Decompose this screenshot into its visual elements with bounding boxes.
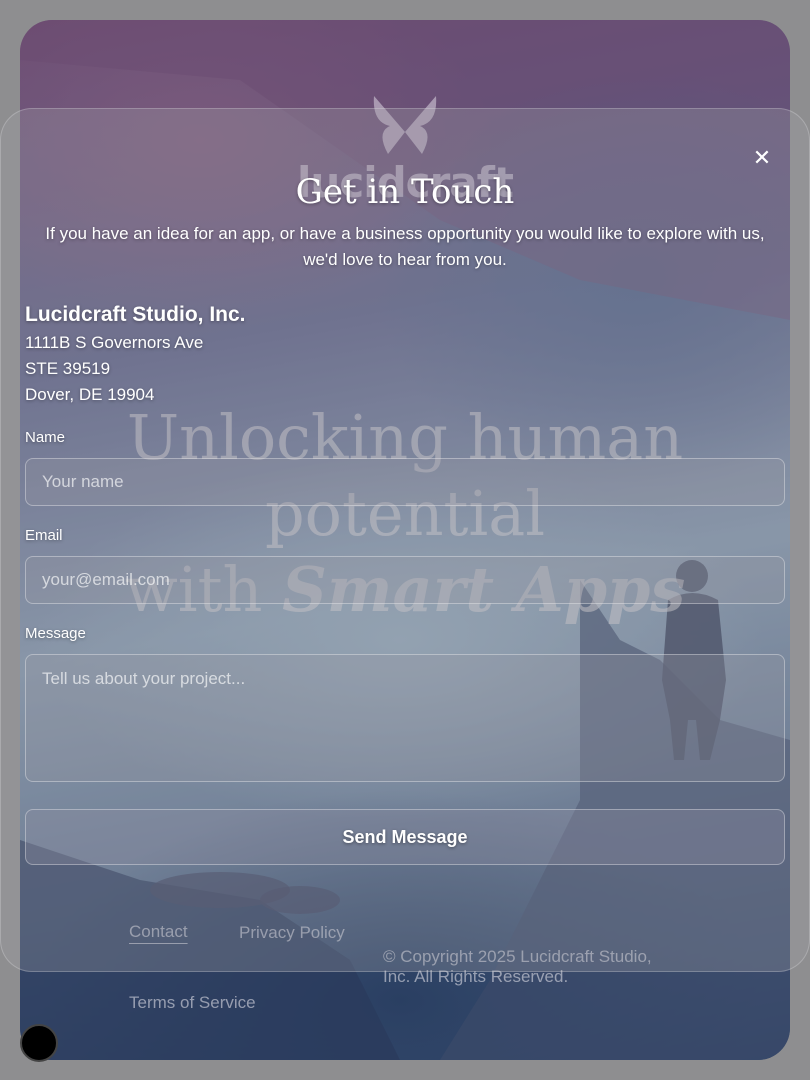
message-label: Message: [25, 625, 86, 642]
email-label: Email: [25, 527, 63, 544]
address-line-1: 1111B S Governors Ave: [25, 333, 204, 352]
address-line-2: STE 39519: [25, 359, 111, 378]
modal-intro: If you have an idea for an app, or have …: [45, 224, 765, 269]
close-icon[interactable]: ✕: [750, 146, 774, 170]
address-line-3: Dover, DE 19904: [25, 385, 155, 404]
modal-title: Get in Touch: [295, 172, 515, 212]
message-textarea[interactable]: [25, 654, 785, 782]
name-label: Name: [25, 429, 66, 446]
email-input[interactable]: [25, 556, 785, 604]
footer-terms-link[interactable]: Terms of Service: [129, 993, 256, 1013]
company-name: Lucidcraft Studio, Inc.: [25, 303, 246, 326]
send-message-button[interactable]: Send Message: [25, 809, 785, 865]
floating-action-button[interactable]: [20, 1024, 58, 1062]
name-input[interactable]: [25, 458, 785, 506]
